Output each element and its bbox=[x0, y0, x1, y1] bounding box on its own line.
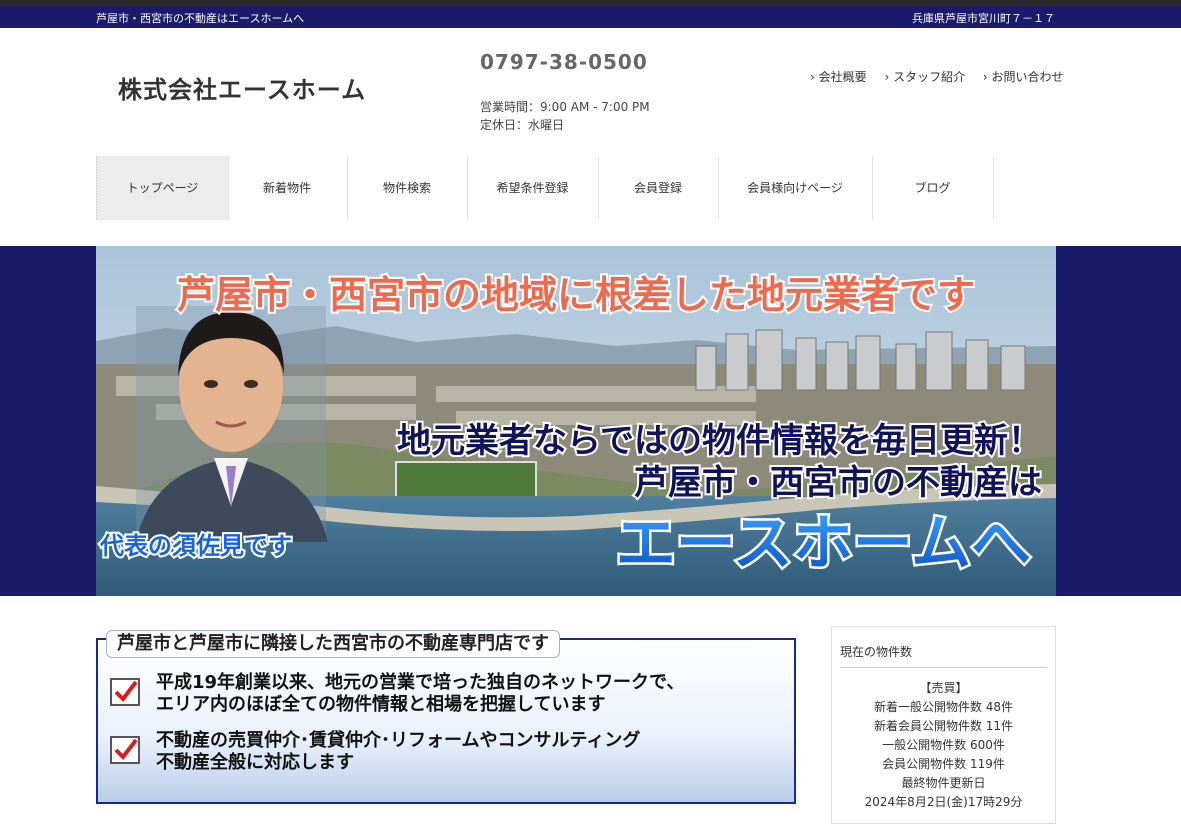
widget-line: 新着会員公開物件数 11件 bbox=[873, 719, 1014, 733]
check-icon bbox=[110, 678, 140, 706]
info-point-1-line-1: 平成19年創業以来、地元の営業で培った独自のネットワークで、 bbox=[156, 672, 685, 693]
link-staff[interactable]: › スタッフ紹介 bbox=[884, 70, 965, 84]
nav-top-page[interactable]: トップページ bbox=[96, 156, 229, 220]
representative-photo bbox=[136, 306, 328, 542]
hero-image: 芦屋市・西宮市の地域に根差した地元業者です 地元業者ならではの物件情報を毎日更新… bbox=[96, 246, 1056, 596]
widget-divider bbox=[840, 667, 1047, 668]
info-point-2-text: 不動産の売買仲介･賃貸仲介･リフォームやコンサルティング 不動産全般に対応します bbox=[156, 730, 640, 774]
property-count-widget: 現在の物件数 【売買】 新着一般公開物件数 48件 新着会員公開物件数 11件 … bbox=[831, 626, 1056, 824]
hours-text: 営業時間：9:00 AM - 7:00 PM bbox=[480, 100, 650, 114]
widget-line: 一般公開物件数 600件 bbox=[882, 738, 1005, 752]
link-contact[interactable]: › お問い合わせ bbox=[983, 70, 1064, 84]
closed-day-text: 定休日：水曜日 bbox=[480, 118, 565, 132]
nav-member-registration[interactable]: 会員登録 bbox=[598, 156, 719, 220]
widget-line: 2024年8月2日(金)17時29分 bbox=[864, 795, 1023, 809]
info-point-2-line-2: 不動産全般に対応します bbox=[156, 752, 354, 773]
company-logo[interactable]: 株式会社エースホーム bbox=[118, 70, 366, 105]
widget-title: 現在の物件数 bbox=[840, 645, 913, 659]
hero-headline: 芦屋市・西宮市の地域に根差した地元業者です bbox=[177, 273, 975, 317]
top-bar: 芦屋市・西宮市の不動産はエースホームへ 兵庫県芦屋市宮川町７－１７ bbox=[0, 6, 1181, 28]
nav-property-search[interactable]: 物件検索 bbox=[347, 156, 468, 220]
info-point-1-text: 平成19年創業以来、地元の営業で培った独自のネットワークで、 エリア内のほぼ全て… bbox=[156, 672, 684, 716]
hero-line3: エースホームへ bbox=[616, 509, 1031, 579]
widget-section-sale: 【売買】 bbox=[919, 681, 968, 695]
business-hours: 営業時間：9:00 AM - 7:00 PM 定休日：水曜日 bbox=[480, 98, 650, 134]
link-company-profile[interactable]: › 会社概要 bbox=[810, 70, 867, 84]
company-address: 兵庫県芦屋市宮川町７－１７ bbox=[912, 12, 1055, 25]
phone-number[interactable]: 0797-38-0500 bbox=[480, 50, 648, 74]
nav-member-page[interactable]: 会員様向けページ bbox=[718, 156, 873, 220]
site-tagline: 芦屋市・西宮市の不動産はエースホームへ bbox=[96, 12, 305, 25]
hero-line1: 地元業者ならではの物件情報を毎日更新！ bbox=[397, 421, 1042, 461]
hero-caption: 代表の須佐見です bbox=[99, 532, 292, 560]
info-point-1-line-2: エリア内のほぼ全ての物件情報と相場を把握しています bbox=[156, 694, 606, 715]
widget-line: 最終物件更新日 bbox=[901, 776, 986, 790]
info-point-2-line-1: 不動産の売買仲介･賃貸仲介･リフォームやコンサルティング bbox=[156, 730, 641, 751]
header-links: › 会社概要 › スタッフ紹介 › お問い合わせ bbox=[810, 68, 1064, 85]
info-box-title: 芦屋市と芦屋市に隣接した西宮市の不動産専門店です bbox=[106, 630, 560, 658]
info-box-frame bbox=[96, 638, 796, 804]
nav-new-listings[interactable]: 新着物件 bbox=[227, 156, 348, 220]
check-icon bbox=[110, 736, 140, 764]
hero-line2: 芦屋市・西宮市の不動産は bbox=[634, 463, 1042, 503]
nav-blog[interactable]: ブログ bbox=[872, 156, 994, 220]
hero-banner[interactable]: 芦屋市・西宮市の地域に根差した地元業者です 地元業者ならではの物件情報を毎日更新… bbox=[96, 246, 1056, 596]
widget-line: 会員公開物件数 119件 bbox=[882, 757, 1005, 771]
nav-wish-registration[interactable]: 希望条件登録 bbox=[467, 156, 599, 220]
info-box: 芦屋市と芦屋市に隣接した西宮市の不動産専門店です 平成19年創業以来、地元の営業… bbox=[96, 630, 796, 804]
widget-line: 新着一般公開物件数 48件 bbox=[873, 700, 1014, 714]
widget-content: 【売買】 新着一般公開物件数 48件 新着会員公開物件数 11件 一般公開物件数… bbox=[832, 679, 1055, 812]
